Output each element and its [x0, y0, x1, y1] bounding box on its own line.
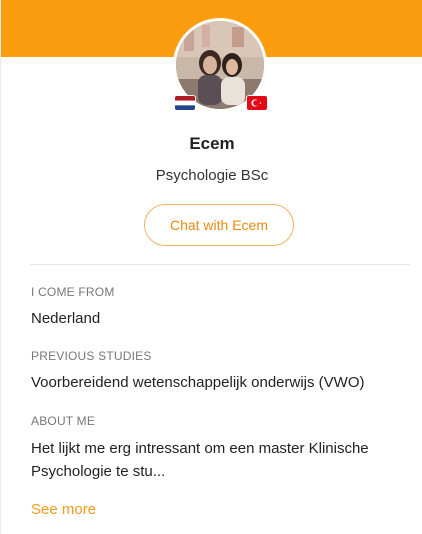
study-program: Psychologie BSc — [155, 167, 269, 184]
about-me-label: ABOUT ME — [31, 414, 96, 428]
avatar-container — [173, 18, 267, 112]
netherlands-flag-icon — [175, 96, 195, 110]
ambassador-profile-card: Ecem Psychologie BSc Chat with Ecem I CO… — [0, 0, 422, 534]
come-from-label: I COME FROM — [31, 285, 115, 299]
divider — [30, 264, 410, 265]
turkey-flag-icon — [247, 96, 267, 110]
about-me-text: Het lijkt me erg intressant om een maste… — [31, 440, 369, 480]
chat-button[interactable]: Chat with Ecem — [144, 204, 294, 246]
see-more-link[interactable]: See more — [31, 501, 96, 518]
come-from-value: Nederland — [31, 310, 101, 327]
ambassador-name: Ecem — [189, 134, 235, 153]
previous-studies-label: PREVIOUS STUDIES — [31, 349, 152, 363]
previous-studies-value: Voorbereidend wetenschappelijk onderwijs… — [31, 374, 365, 391]
